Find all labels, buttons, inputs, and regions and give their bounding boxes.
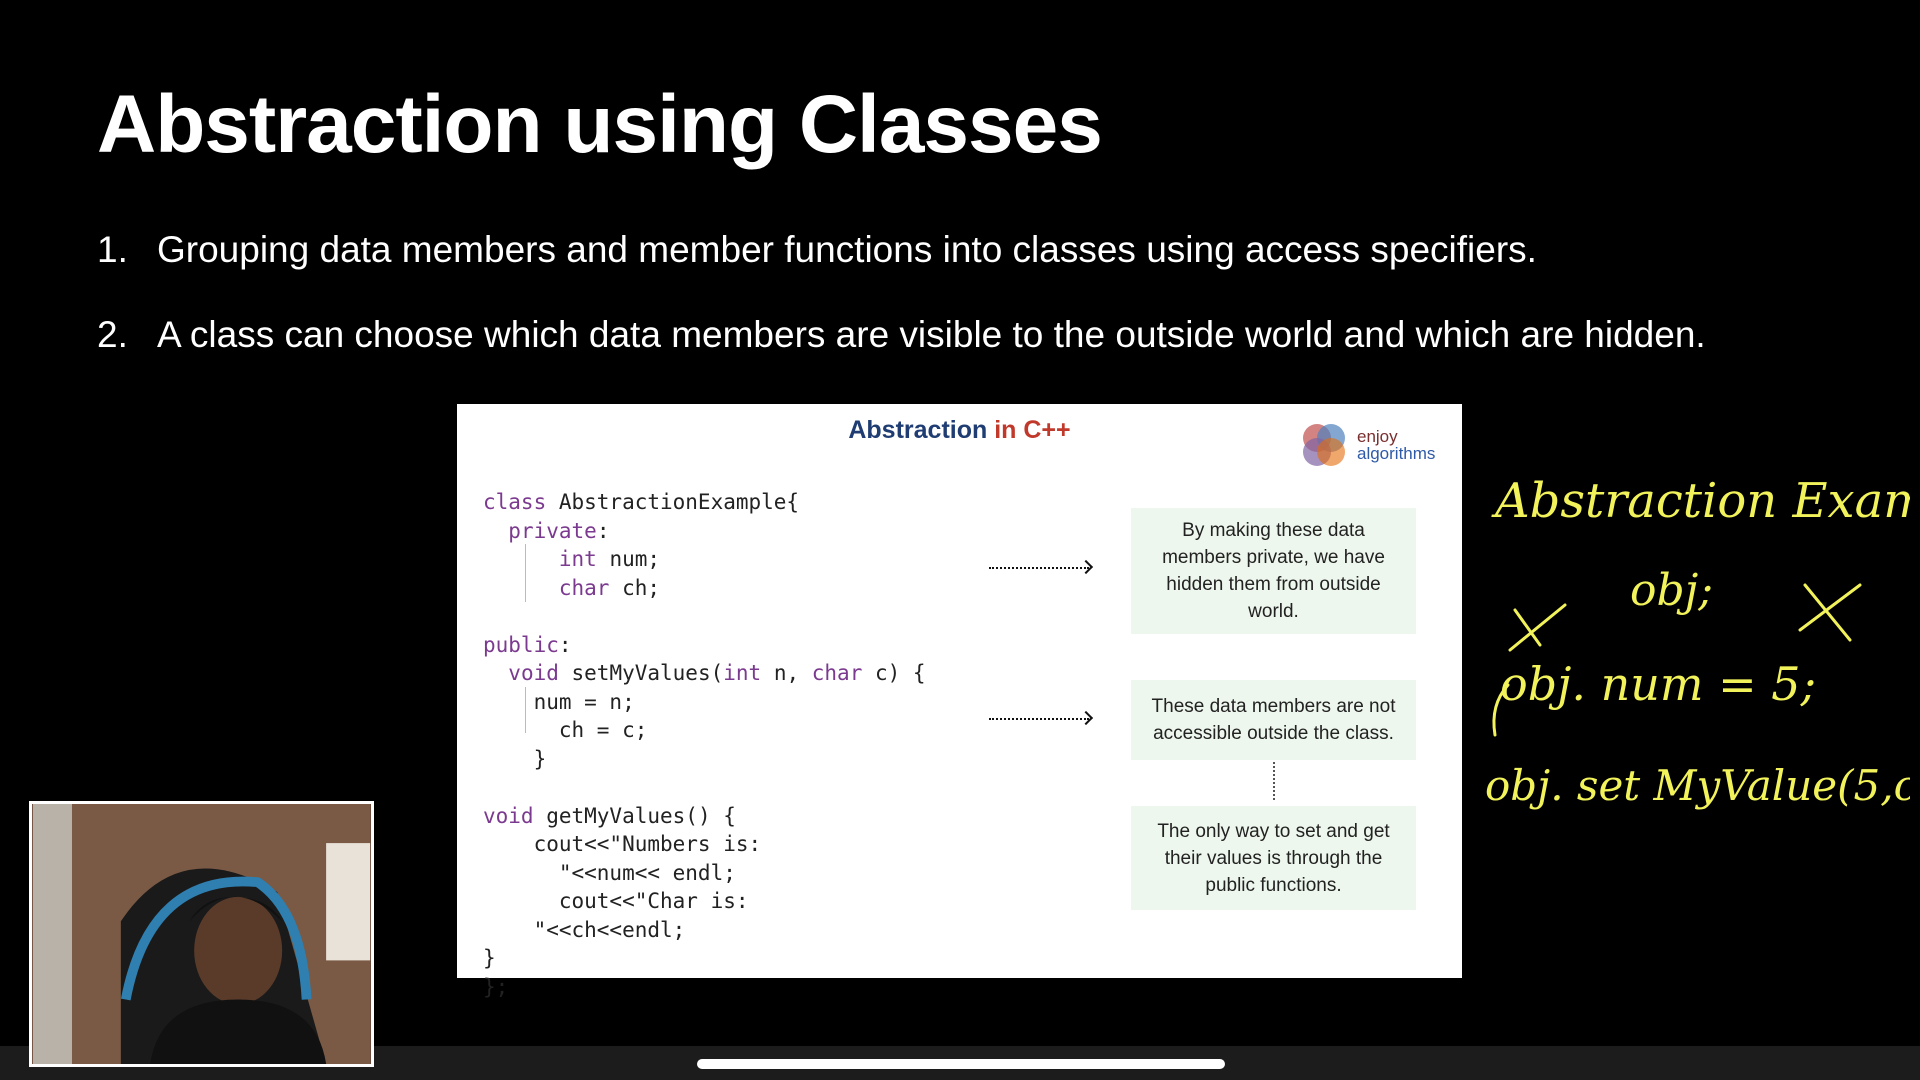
cross-mark-icon (1798, 583, 1862, 642)
bullet-text: Grouping data members and member functio… (157, 229, 1537, 270)
code-figure: Abstraction in C++ enjoy algorithms clas… (457, 404, 1462, 999)
logo-text: enjoy algorithms (1357, 428, 1435, 462)
annotation-line2: obj; (1630, 565, 1713, 616)
presenter-video (32, 804, 371, 1064)
note-public-functions: The only way to set and get their values… (1131, 806, 1416, 910)
arrow-right-icon (989, 718, 1089, 722)
note-private: By making these data members private, we… (1131, 508, 1416, 634)
bullet-number: 2. (97, 314, 128, 355)
figure-title-part2: in C++ (987, 416, 1071, 444)
bullet-item: 2. A class can choose which data members… (97, 313, 1747, 356)
bullet-item: 1. Grouping data members and member func… (97, 228, 1747, 271)
bullet-number: 1. (97, 229, 128, 270)
arrow-right-icon (989, 567, 1089, 571)
webcam-overlay (29, 801, 374, 1067)
annotation-line3: obj. num = 5; (1500, 657, 1816, 711)
code-block: class AbstractionExample{ private: int n… (483, 490, 926, 999)
indent-guide (525, 687, 526, 733)
handwritten-annotations: Abstraction Example obj; obj. num = 5; o… (1485, 473, 1910, 810)
logo-line2: algorithms (1357, 444, 1436, 463)
slide-title: Abstraction using Classes (97, 79, 1103, 170)
bullet-text: A class can choose which data members ar… (157, 314, 1706, 355)
enjoy-algorithms-logo: enjoy algorithms (1295, 416, 1435, 474)
note-not-accessible: These data members are not accessible ou… (1131, 680, 1416, 760)
logo-icon (1303, 424, 1345, 466)
annotation-line1: Abstraction Example (1491, 473, 1910, 529)
vertical-dots (1273, 762, 1275, 800)
logo-line1: enjoy (1357, 427, 1398, 446)
home-indicator[interactable] (697, 1059, 1225, 1069)
figure-title-part1: Abstraction (848, 416, 988, 444)
annotation-line4: obj. set MyValue(5,c) (1485, 761, 1910, 810)
cross-mark-icon (1508, 603, 1567, 652)
indent-guide (525, 544, 526, 602)
bullet-list: 1. Grouping data members and member func… (97, 228, 1747, 398)
